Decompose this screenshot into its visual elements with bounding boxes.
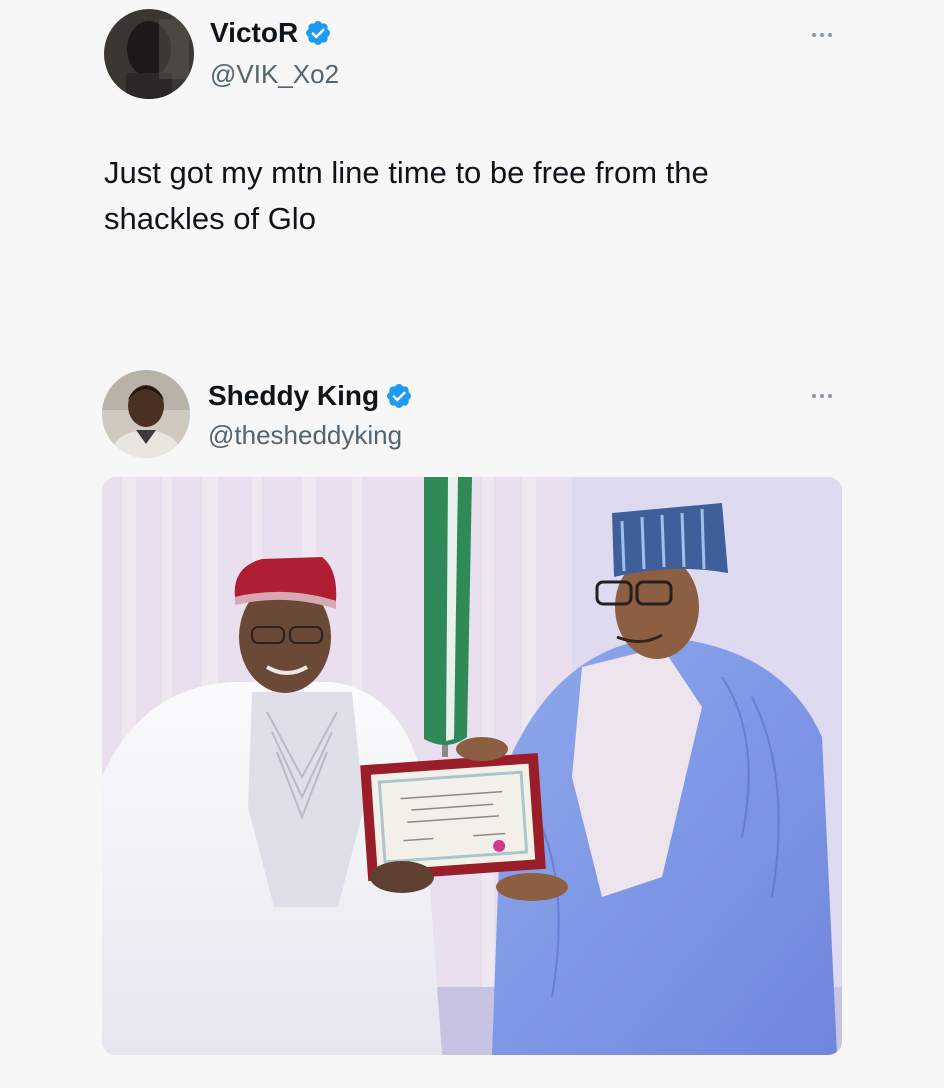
- verified-badge-icon: [306, 21, 331, 45]
- photo-illustration: [102, 477, 842, 1055]
- avatar[interactable]: [102, 370, 190, 458]
- handle[interactable]: @VIK_Xo2: [210, 58, 339, 90]
- avatar-image: [104, 9, 194, 99]
- author-name-row[interactable]: Sheddy King: [208, 379, 413, 413]
- more-dot: [820, 394, 824, 398]
- handle[interactable]: @thesheddyking: [208, 419, 402, 451]
- more-dot: [828, 394, 832, 398]
- more-dot: [820, 33, 824, 37]
- display-name[interactable]: VictoR: [210, 16, 298, 50]
- verified-badge-icon: [387, 384, 412, 408]
- more-horizontal-icon[interactable]: [812, 394, 832, 398]
- tweet: VictoR @VIK_Xo2 Just got my mtn line tim…: [0, 0, 944, 330]
- tweet-photo[interactable]: [102, 477, 842, 1055]
- tweet-text: Just got my mtn line time to be free fro…: [104, 155, 709, 236]
- more-dot: [812, 33, 816, 37]
- avatar[interactable]: [104, 9, 194, 99]
- more-dot: [828, 33, 832, 37]
- author-name-row[interactable]: VictoR: [210, 16, 332, 50]
- display-name[interactable]: Sheddy King: [208, 379, 379, 413]
- more-dot: [812, 394, 816, 398]
- more-horizontal-icon[interactable]: [812, 33, 832, 37]
- avatar-image: [102, 370, 190, 458]
- tweet: Sheddy King @thesheddyking: [0, 355, 944, 1088]
